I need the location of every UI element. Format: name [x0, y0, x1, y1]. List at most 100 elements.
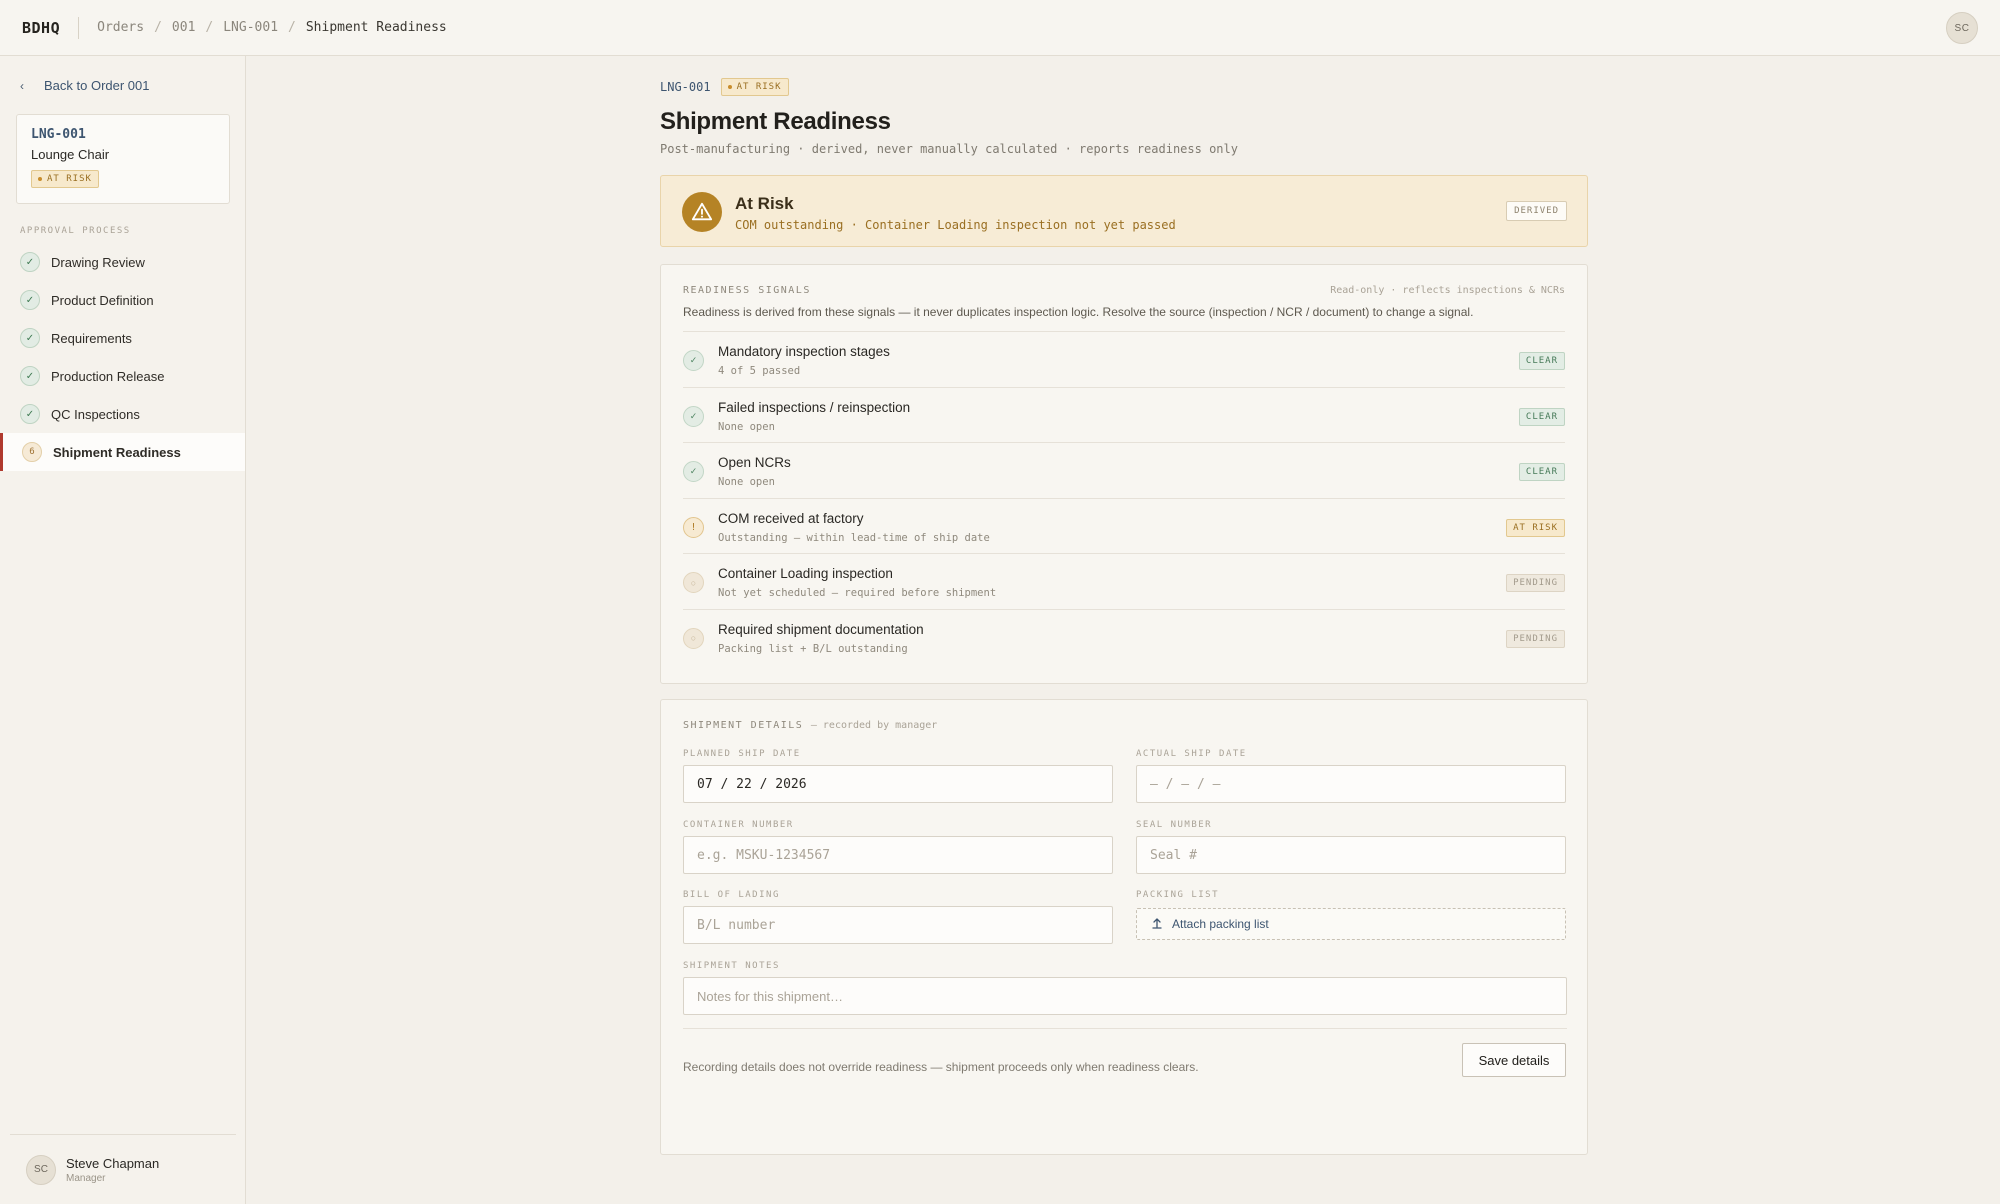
- status-description: COM outstanding · Container Loading insp…: [735, 218, 1176, 232]
- pending-circle-icon: ○: [683, 572, 704, 593]
- item-code: LNG-001: [31, 127, 86, 142]
- signal-subtitle: Not yet scheduled — required before ship…: [718, 587, 997, 599]
- back-to-order-link[interactable]: ‹ Back to Order 001: [20, 78, 150, 93]
- actual-ship-date-field[interactable]: – / – / –: [1136, 765, 1566, 803]
- exclamation-icon: !: [683, 516, 704, 538]
- signal-status-badge: AT RISK: [1506, 518, 1565, 537]
- breadcrumb-item[interactable]: LNG-001: [223, 20, 278, 35]
- readiness-signals-panel: READINESS SIGNALS Read-only · reflects i…: [660, 264, 1588, 684]
- page-title: Shipment Readiness: [660, 108, 891, 135]
- user-role: Manager: [66, 1172, 106, 1184]
- step-label: Product Definition: [51, 292, 154, 308]
- actual-ship-date-label: ACTUAL SHIP DATE: [1136, 749, 1247, 759]
- signal-title: Mandatory inspection stages: [718, 344, 890, 359]
- signals-intro: Readiness is derived from these signals …: [683, 305, 1474, 319]
- signal-subtitle: 4 of 5 passed: [718, 365, 801, 377]
- breadcrumb-separator: /: [154, 20, 162, 35]
- brand-logo[interactable]: BDHQ: [22, 19, 60, 37]
- item-card: LNG-001 Lounge Chair AT RISK: [16, 114, 230, 204]
- signals-label: READINESS SIGNALS: [683, 285, 811, 296]
- details-label: SHIPMENT DETAILS — recorded by manager: [683, 720, 937, 731]
- step-shipment-readiness[interactable]: 6 Shipment Readiness: [0, 433, 245, 471]
- bill-of-lading-label: BILL OF LADING: [683, 890, 780, 900]
- check-icon: ✓: [20, 366, 40, 386]
- seal-number-label: SEAL NUMBER: [1136, 820, 1213, 830]
- status-dot-icon: [727, 85, 732, 89]
- status-dot-icon: [38, 177, 42, 181]
- derived-tag: DERIVED: [1506, 201, 1567, 221]
- shipment-notes-input[interactable]: [683, 977, 1567, 1015]
- step-production-release[interactable]: ✓ Production Release: [0, 357, 245, 395]
- status-title: At Risk: [735, 194, 794, 213]
- signal-title: Required shipment documentation: [718, 621, 924, 637]
- details-footer-note: Recording details does not override read…: [683, 1060, 1199, 1074]
- step-number-icon: 6: [22, 442, 42, 462]
- breadcrumb-order[interactable]: 001: [172, 20, 195, 35]
- check-icon: ✓: [683, 461, 704, 482]
- page-subtitle: Post-manufacturing · derived, never manu…: [660, 142, 1238, 156]
- signal-title: Container Loading inspection: [718, 566, 893, 581]
- check-icon: ✓: [683, 350, 704, 371]
- seal-number-input[interactable]: [1136, 836, 1566, 874]
- packing-list-label: PACKING LIST: [1136, 890, 1220, 900]
- signal-status-badge: PENDING: [1506, 574, 1565, 592]
- user-avatar[interactable]: SC: [1946, 12, 1978, 44]
- item-code-header: LNG-001: [660, 80, 711, 94]
- signal-status-badge: PENDING: [1506, 629, 1565, 648]
- warning-icon: [682, 192, 722, 232]
- check-icon: ✓: [683, 405, 704, 427]
- chevron-left-icon: ‹: [20, 78, 24, 93]
- container-number-input[interactable]: [683, 836, 1113, 874]
- details-divider: [683, 1028, 1567, 1029]
- attach-label: Attach packing list: [1172, 917, 1269, 931]
- upload-icon: [1151, 917, 1163, 932]
- signal-subtitle: Packing list + B/L outstanding: [718, 642, 908, 655]
- signal-title: Open NCRs: [718, 455, 791, 470]
- sidebar: ‹ Back to Order 001 LNG-001 Lounge Chair…: [0, 56, 246, 1204]
- save-details-button[interactable]: Save details: [1462, 1043, 1566, 1077]
- header-status-badge: AT RISK: [720, 78, 789, 96]
- actual-ship-date-value: – / – / –: [1150, 776, 1221, 792]
- brand-divider: [78, 16, 80, 39]
- signal-row: ○ Container Loading inspection Not yet s…: [683, 554, 1565, 610]
- step-qc-inspections[interactable]: ✓ QC Inspections: [0, 395, 245, 433]
- step-requirements[interactable]: ✓ Requirements: [0, 319, 245, 357]
- planned-ship-date-label: PLANNED SHIP DATE: [683, 749, 801, 759]
- breadcrumb-orders[interactable]: Orders: [97, 20, 144, 35]
- status-badge: AT RISK: [31, 170, 99, 188]
- check-icon: ✓: [20, 252, 40, 272]
- item-name: Lounge Chair: [31, 147, 110, 162]
- check-icon: ✓: [20, 328, 40, 348]
- signal-title: COM received at factory: [718, 510, 864, 526]
- step-label: Production Release: [51, 368, 165, 384]
- signal-row: ! COM received at factory Outstanding — …: [683, 499, 1565, 554]
- signal-row: ✓ Mandatory inspection stages 4 of 5 pas…: [683, 332, 1565, 388]
- approval-steps: ✓ Drawing Review ✓ Product Definition ✓ …: [0, 243, 245, 471]
- step-label: Shipment Readiness: [53, 444, 181, 460]
- step-label: QC Inspections: [51, 406, 140, 422]
- planned-ship-date-field[interactable]: 07 / 22 / 2026: [683, 765, 1113, 803]
- pending-circle-icon: ○: [683, 627, 704, 649]
- planned-ship-date-value: 07 / 22 / 2026: [697, 776, 807, 792]
- signal-title: Failed inspections / reinspection: [718, 399, 911, 415]
- step-product-definition[interactable]: ✓ Product Definition: [0, 281, 245, 319]
- signal-row: ✓ Open NCRs None open CLEAR: [683, 443, 1565, 499]
- signal-subtitle: None open: [718, 420, 775, 433]
- attach-packing-list-button[interactable]: Attach packing list: [1136, 908, 1566, 940]
- user-profile[interactable]: SC Steve Chapman Manager: [10, 1134, 236, 1204]
- signals-readonly-note: Read-only · reflects inspections & NCRs: [1330, 285, 1565, 296]
- step-drawing-review[interactable]: ✓ Drawing Review: [0, 243, 245, 281]
- breadcrumb: Orders / 001 / LNG-001 / Shipment Readin…: [97, 20, 447, 35]
- back-link-label: Back to Order 001: [44, 78, 150, 93]
- signal-status-badge: CLEAR: [1518, 463, 1565, 481]
- recorded-by-note: — recorded by manager: [810, 720, 938, 731]
- signals-list: ✓ Mandatory inspection stages 4 of 5 pas…: [683, 331, 1565, 665]
- bill-of-lading-input[interactable]: [683, 906, 1113, 944]
- step-label: Requirements: [51, 330, 132, 346]
- breadcrumb-separator: /: [205, 20, 214, 35]
- signal-status-badge: CLEAR: [1518, 352, 1565, 370]
- breadcrumb-separator: /: [288, 20, 296, 35]
- shipment-notes-label: SHIPMENT NOTES: [683, 961, 780, 971]
- details-label-text: SHIPMENT DETAILS: [683, 720, 804, 731]
- header-status-label: AT RISK: [736, 82, 782, 92]
